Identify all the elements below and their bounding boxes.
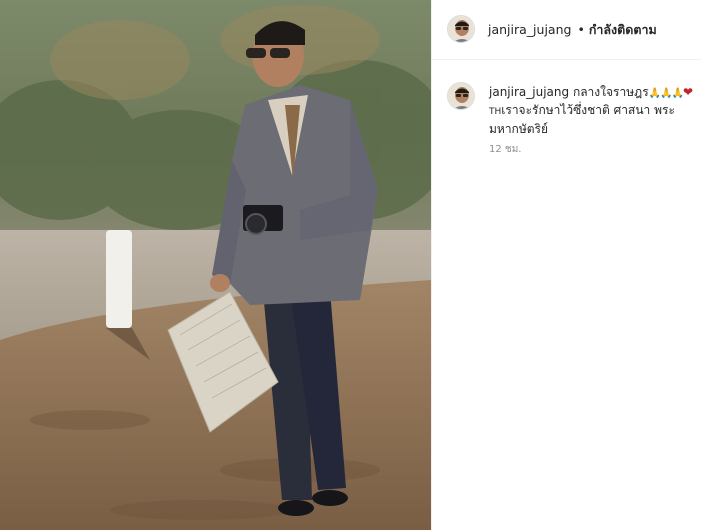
header-row: janjira_jujang • กำลังติดตาม — [488, 20, 657, 40]
thai-flag-icon: TH — [489, 107, 502, 117]
post-header: janjira_jujang • กำลังติดตาม — [432, 0, 701, 60]
caption-username[interactable]: janjira_jujang — [489, 85, 569, 99]
comment-panel: janjira_jujang • กำลังติดตาม janjira_jujan… — [432, 0, 701, 530]
caption-avatar[interactable] — [447, 82, 475, 110]
separator-dot: • — [577, 22, 585, 37]
author-username[interactable]: janjira_jujang — [488, 22, 571, 37]
caption-line1: กลางใจราษฎร — [572, 85, 649, 99]
post-timestamp[interactable]: 12 ชม. — [489, 142, 521, 157]
caption-body: เราจะรักษาไว้ซึ่งชาติ ศาสนา พระมหากษัตริ… — [489, 103, 675, 136]
post-photo[interactable] — [0, 0, 431, 530]
photo-illustration — [0, 0, 431, 530]
follow-status-button[interactable]: กำลังติดตาม — [589, 22, 657, 37]
pray-emoji-icon: 🙏🙏🙏 — [648, 88, 684, 99]
author-avatar[interactable] — [447, 15, 475, 43]
caption-text: janjira_jujang กลางใจราษฎร🙏🙏🙏❤ THเราจะรั… — [489, 84, 695, 138]
heart-emoji-icon: ❤ — [683, 85, 694, 99]
